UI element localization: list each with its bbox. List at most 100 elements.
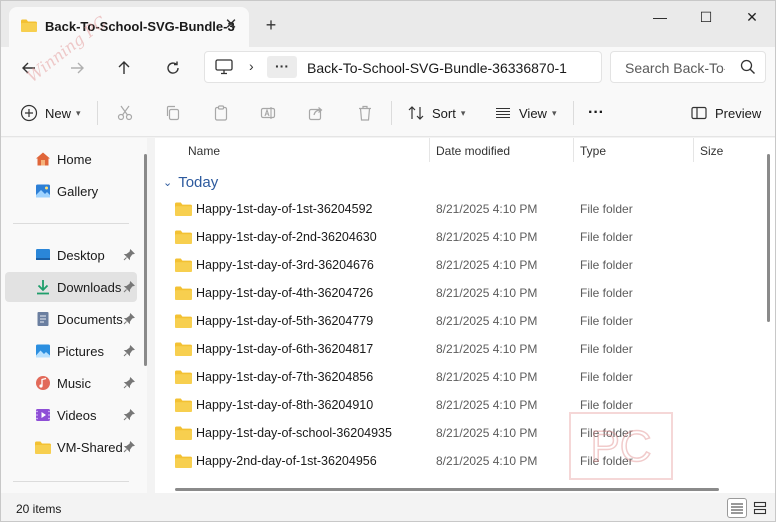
music-icon bbox=[36, 376, 50, 390]
copy-button[interactable] bbox=[161, 101, 185, 125]
preview-pane-icon bbox=[687, 101, 711, 125]
folder-icon bbox=[175, 258, 192, 272]
table-row[interactable]: Happy-1st-day-of-1st-36204592 8/21/2025 4… bbox=[163, 195, 763, 223]
sidebar-item-gallery[interactable]: Gallery bbox=[5, 176, 137, 206]
file-name: Happy-1st-day-of-3rd-36204676 bbox=[196, 258, 374, 272]
sidebar-item-documents[interactable]: Documents bbox=[5, 304, 137, 334]
maximize-button[interactable]: ☐ bbox=[683, 1, 729, 33]
path-overflow-button[interactable]: ··· bbox=[267, 56, 297, 78]
table-row[interactable]: Happy-1st-day-of-5th-36204779 8/21/2025 4… bbox=[163, 307, 763, 335]
folder-icon bbox=[21, 19, 37, 32]
toolbar-divider bbox=[573, 101, 574, 125]
file-name: Happy-1st-day-of-1st-36204592 bbox=[196, 202, 373, 216]
sort-label: Sort bbox=[432, 105, 456, 121]
refresh-button[interactable] bbox=[158, 53, 188, 83]
more-options-button[interactable]: ··· bbox=[588, 101, 604, 125]
vertical-scrollbar[interactable] bbox=[767, 154, 770, 322]
tab-close-button[interactable]: ✕ bbox=[221, 15, 241, 35]
home-icon bbox=[36, 152, 50, 166]
column-divider[interactable] bbox=[573, 138, 574, 162]
file-type: File folder bbox=[580, 370, 633, 384]
sidebar-item-vm-shared[interactable]: VM-Shared bbox=[5, 432, 137, 462]
pin-icon[interactable] bbox=[123, 249, 135, 261]
pin-icon[interactable] bbox=[123, 313, 135, 325]
sort-button[interactable]: Sort ▾ bbox=[404, 101, 465, 125]
chevron-down-icon: ⌄ bbox=[163, 176, 173, 189]
forward-button[interactable] bbox=[62, 53, 92, 83]
paste-button[interactable] bbox=[209, 101, 233, 125]
sidebar-item-label: Home bbox=[57, 152, 92, 167]
details-view-button[interactable] bbox=[727, 498, 747, 518]
table-row[interactable]: Happy-1st-day-of-school-36204935 8/21/202… bbox=[163, 419, 763, 447]
sidebar-item-videos[interactable]: Videos bbox=[5, 400, 137, 430]
tiles-view-button[interactable] bbox=[750, 498, 770, 518]
table-row[interactable]: Happy-1st-day-of-7th-36204856 8/21/2025 4… bbox=[163, 363, 763, 391]
folder-icon bbox=[175, 398, 192, 412]
tab-active[interactable]: Back-To-School-SVG-Bundle-3 ✕ bbox=[9, 7, 249, 47]
sidebar-item-downloads[interactable]: Downloads bbox=[5, 272, 137, 302]
folder-icon bbox=[175, 342, 192, 356]
pin-icon[interactable] bbox=[123, 345, 135, 357]
file-type: File folder bbox=[580, 454, 633, 468]
sidebar-item-label: Desktop bbox=[57, 248, 105, 263]
file-list: Name ⌄ Date modified Type Size ⌄ Today H… bbox=[155, 138, 775, 493]
chevron-down-icon: ▾ bbox=[551, 107, 557, 118]
sidebar-scrollbar[interactable] bbox=[144, 154, 147, 366]
sidebar-item-desktop[interactable]: Desktop bbox=[5, 240, 137, 270]
file-date: 8/21/2025 4:10 PM bbox=[436, 454, 538, 468]
navigation-bar: › ··· Back-To-School-SVG-Bundle-36336870… bbox=[1, 47, 775, 89]
table-row[interactable]: Happy-2nd-day-of-1st-36204956 8/21/2025 4… bbox=[163, 447, 763, 475]
up-button[interactable] bbox=[109, 53, 139, 83]
file-date: 8/21/2025 4:10 PM bbox=[436, 342, 538, 356]
sidebar-item-label: Gallery bbox=[57, 184, 99, 199]
column-header-type[interactable]: Type bbox=[580, 144, 606, 158]
documents-icon bbox=[37, 312, 49, 326]
sidebar-item-pictures[interactable]: Pictures bbox=[5, 336, 137, 366]
column-header-size[interactable]: Size bbox=[700, 144, 723, 158]
close-window-button[interactable]: ✕ bbox=[729, 1, 775, 33]
folder-icon bbox=[175, 230, 192, 244]
sidebar-item-music[interactable]: Music bbox=[5, 368, 137, 398]
column-divider[interactable] bbox=[693, 138, 694, 162]
table-row[interactable]: Happy-1st-day-of-4th-36204726 8/21/2025 4… bbox=[163, 279, 763, 307]
pin-icon[interactable] bbox=[123, 377, 135, 389]
group-header-today[interactable]: ⌄ Today bbox=[163, 172, 218, 192]
column-divider[interactable] bbox=[429, 138, 430, 162]
pin-icon[interactable] bbox=[123, 409, 135, 421]
arrow-left-icon bbox=[22, 62, 35, 74]
horizontal-scrollbar[interactable] bbox=[175, 488, 719, 491]
table-row[interactable]: Happy-1st-day-of-2nd-36204630 8/21/2025 4… bbox=[163, 223, 763, 251]
table-row[interactable]: Happy-1st-day-of-6th-36204817 8/21/2025 4… bbox=[163, 335, 763, 363]
rename-button[interactable] bbox=[256, 101, 280, 125]
column-header-name[interactable]: Name bbox=[188, 144, 220, 158]
share-button[interactable] bbox=[304, 101, 328, 125]
file-type: File folder bbox=[580, 286, 633, 300]
search-input[interactable]: Search Back-To-School-SVG-Bundle-3633687… bbox=[625, 60, 725, 76]
preview-pane-button[interactable]: Preview bbox=[687, 101, 761, 125]
new-tab-button[interactable]: + bbox=[259, 13, 283, 37]
address-path[interactable]: Back-To-School-SVG-Bundle-36336870-1 bbox=[307, 60, 567, 76]
computer-icon bbox=[215, 59, 233, 75]
file-date: 8/21/2025 4:10 PM bbox=[436, 230, 538, 244]
cut-icon bbox=[113, 101, 137, 125]
file-type: File folder bbox=[580, 230, 633, 244]
new-button[interactable]: New ▾ bbox=[17, 101, 81, 125]
table-row[interactable]: Happy-1st-day-of-8th-36204910 8/21/2025 4… bbox=[163, 391, 763, 419]
pin-icon[interactable] bbox=[123, 281, 135, 293]
delete-button[interactable] bbox=[353, 101, 377, 125]
cut-button[interactable] bbox=[113, 101, 137, 125]
minimize-button[interactable]: — bbox=[637, 1, 683, 33]
file-name: Happy-2nd-day-of-1st-36204956 bbox=[196, 454, 377, 468]
sidebar-item-label: Documents bbox=[57, 312, 123, 327]
table-row[interactable]: Happy-1st-day-of-3rd-36204676 8/21/2025 4… bbox=[163, 251, 763, 279]
pin-icon[interactable] bbox=[123, 441, 135, 453]
search-box[interactable]: Search Back-To-School-SVG-Bundle-3633687… bbox=[610, 51, 766, 83]
desktop-icon bbox=[36, 249, 50, 260]
address-bar[interactable]: › ··· Back-To-School-SVG-Bundle-36336870… bbox=[204, 51, 602, 83]
gallery-icon bbox=[36, 184, 50, 198]
view-button[interactable]: View ▾ bbox=[491, 101, 556, 125]
column-header-date[interactable]: Date modified bbox=[436, 144, 510, 158]
refresh-icon bbox=[167, 61, 179, 74]
sidebar-item-home[interactable]: Home bbox=[5, 144, 137, 174]
back-button[interactable] bbox=[14, 53, 44, 83]
